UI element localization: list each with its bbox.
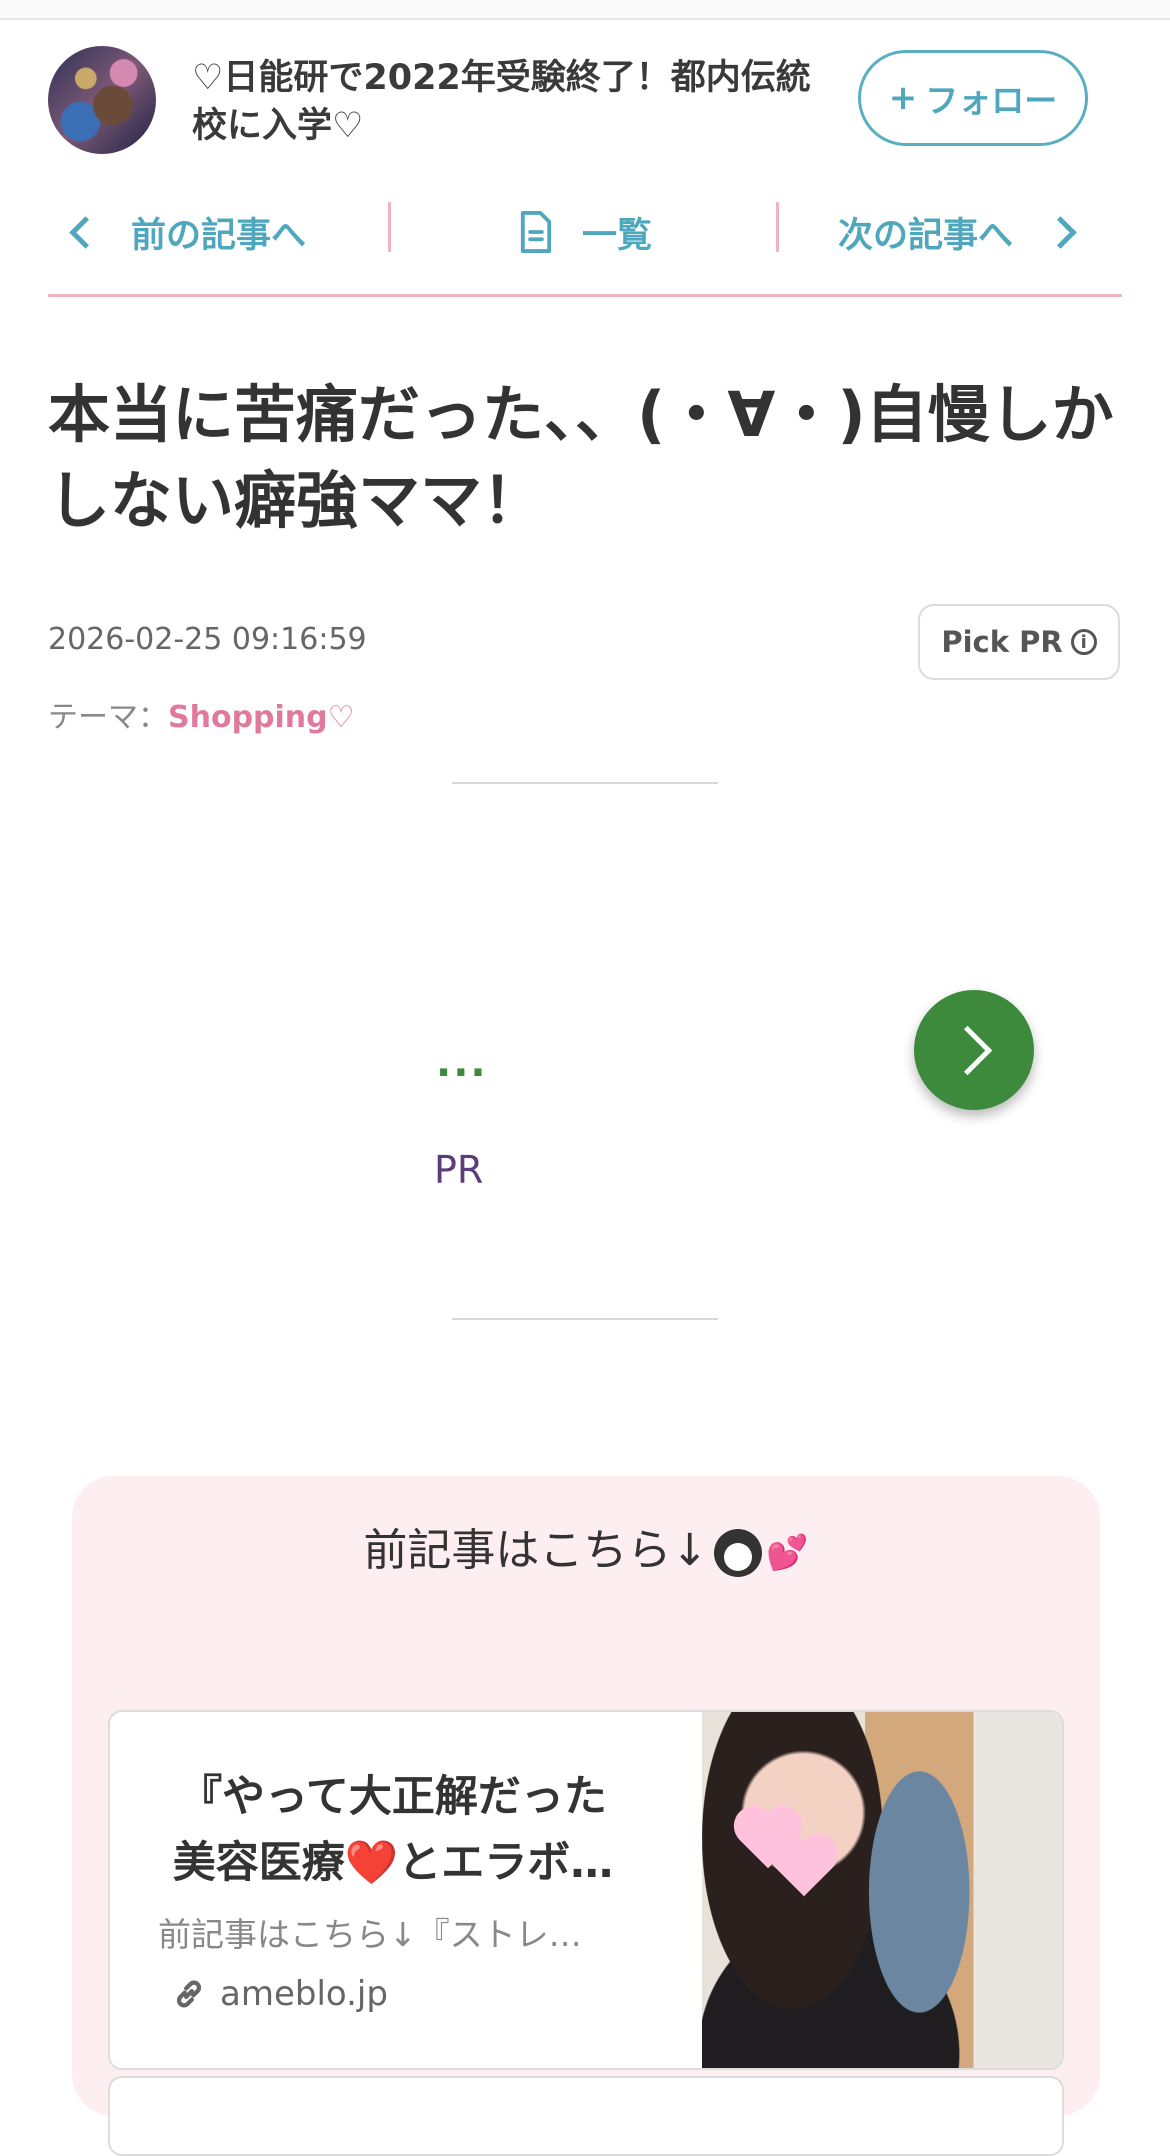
card-description: 前記事はこちら↓『ストレ… <box>158 1915 582 1954</box>
link-icon <box>176 1980 202 2008</box>
chevron-right-icon <box>1044 215 1077 249</box>
chevron-right-icon <box>942 1025 992 1075</box>
article-list-label: 一覧 <box>582 215 653 256</box>
nav-divider <box>776 202 779 252</box>
pick-pr-button[interactable]: Pick PR i <box>918 604 1120 680</box>
info-icon: i <box>1070 629 1097 655</box>
pick-pr-label: Pick PR <box>941 625 1063 659</box>
related-article-box: 前記事はこちら↓ 💕 『やって大正解だった美容医療❤️とエラボ… 前記事はこちら↓… <box>72 1476 1100 2156</box>
chevron-left-icon <box>69 215 102 249</box>
article-date: 2026-02-25 09:16:59 <box>48 622 367 657</box>
ad-pr-label: PR <box>434 1148 484 1192</box>
related-article-card[interactable]: 『やって大正解だった美容医療❤️とエラボ… 前記事はこちら↓『ストレ… ameb… <box>108 1710 1064 2070</box>
nav-divider <box>388 202 391 252</box>
theme-link[interactable]: Shopping♡ <box>168 700 355 735</box>
article-title: 本当に苦痛だった、、(・∀・)自慢しかしない癖強ママ！ <box>48 378 1114 537</box>
hearts-icon: 💕 <box>766 1533 809 1573</box>
ad-next-button[interactable] <box>914 990 1034 1110</box>
related-heading: 前記事はこちら↓ 💕 <box>72 1514 1100 1578</box>
status-bar <box>0 0 1170 20</box>
ad-loading-dots: ... <box>436 1040 488 1086</box>
related-heading-text: 前記事はこちら↓ <box>363 1525 709 1576</box>
blog-avatar[interactable] <box>48 46 156 154</box>
next-article-link[interactable]: 次の記事へ <box>838 202 1077 262</box>
ad-bottom-divider <box>452 1318 718 1320</box>
article-theme: テーマ：Shopping♡ <box>48 692 355 736</box>
follow-button[interactable]: + フォロー <box>858 50 1088 146</box>
blog-title[interactable]: ♡日能研で2022年受験終了！都内伝統校に入学♡ <box>192 54 832 150</box>
document-icon <box>520 211 552 253</box>
plus-icon: + <box>888 78 918 118</box>
card-title: 『やって大正解だった美容医療❤️とエラボ… <box>172 1772 614 1888</box>
blog-header: ♡日能研で2022年受験終了！都内伝統校に入学♡ + フォロー <box>0 20 1170 180</box>
card-thumbnail <box>702 1712 1062 2068</box>
woman-face-icon <box>714 1529 763 1577</box>
follow-label: フォロー <box>925 81 1058 120</box>
heart-sticker <box>775 1839 833 1897</box>
prev-article-link[interactable]: 前の記事へ <box>68 202 306 262</box>
related-article-card[interactable] <box>108 2076 1064 2156</box>
prev-article-label: 前の記事へ <box>131 215 307 256</box>
card-domain: ameblo.jp <box>172 1974 388 2014</box>
ad-top-divider <box>452 782 718 784</box>
article-nav: 前の記事へ 一覧 次の記事へ <box>48 190 1122 297</box>
card-domain-text: ameblo.jp <box>220 1974 388 2014</box>
next-article-label: 次の記事へ <box>838 215 1014 256</box>
theme-prefix: テーマ： <box>48 700 168 735</box>
article-list-link[interactable]: 一覧 <box>518 202 652 262</box>
